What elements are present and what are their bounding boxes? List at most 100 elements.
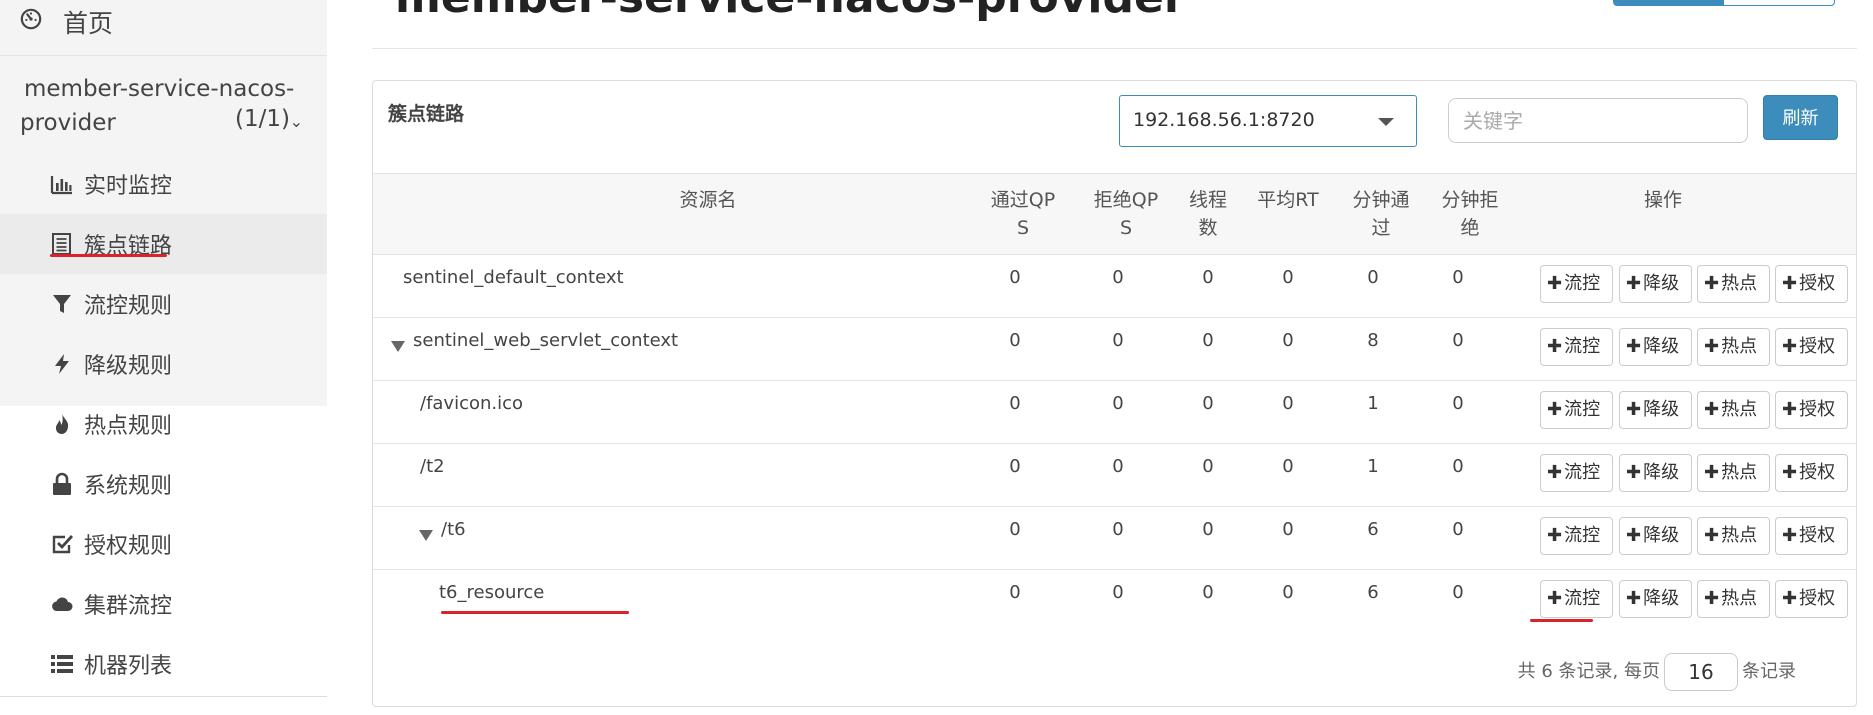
cell-block-qps: 0 — [1112, 519, 1124, 540]
cell-minute-pass: 1 — [1367, 456, 1379, 477]
th-pass-qps: 通过QP S — [990, 189, 1056, 239]
table-row: /t2 0 0 0 0 1 0 ✚ 流控 ✚ 降级 ✚ 热点 ✚ 授权 — [373, 443, 1856, 507]
table-row: /t6 0 0 0 0 6 0 ✚ 流控 ✚ 降级 ✚ 热点 ✚ 授权 — [373, 506, 1856, 570]
sidebar-item-cluster-link[interactable]: 簇点链路 — [0, 214, 327, 274]
cell-avg-rt: 0 — [1282, 519, 1294, 540]
plus-icon: ✚ — [1547, 273, 1563, 294]
resource-name: /t2 — [420, 456, 445, 477]
hotspot-button[interactable]: ✚ 热点 — [1697, 580, 1770, 618]
op-label: 降级 — [1643, 399, 1680, 420]
page-size-input[interactable]: 16 — [1664, 653, 1738, 691]
cell-minute-pass: 1 — [1367, 393, 1379, 414]
record-suffix-text: 条记录 — [1742, 661, 1796, 682]
sidebar-item-cluster-flow[interactable]: 集群流控 — [0, 574, 327, 634]
op-label: 流控 — [1564, 462, 1601, 483]
degrade-button[interactable]: ✚ 降级 — [1619, 391, 1692, 429]
sidebar-item-hotspot-rules[interactable]: 热点规则 — [0, 394, 327, 454]
hotspot-button[interactable]: ✚ 热点 — [1697, 328, 1770, 366]
lock-icon — [53, 472, 71, 495]
flow-control-button[interactable]: ✚ 流控 — [1540, 517, 1613, 555]
op-label: 热点 — [1721, 588, 1758, 609]
authorize-button[interactable]: ✚ 授权 — [1775, 265, 1848, 303]
sidebar-item-auth-rules[interactable]: 授权规则 — [0, 514, 327, 574]
cell-pass-qps: 0 — [1009, 456, 1021, 477]
caret-down-icon — [1378, 118, 1394, 126]
sidebar-item-degrade-rules[interactable]: 降级规则 — [0, 334, 327, 394]
header-button-group[interactable] — [1613, 0, 1835, 6]
authorize-button[interactable]: ✚ 授权 — [1775, 391, 1848, 429]
annotation-underline — [50, 254, 167, 257]
cell-threads: 0 — [1202, 519, 1214, 540]
degrade-button[interactable]: ✚ 降级 — [1619, 328, 1692, 366]
cell-avg-rt: 0 — [1282, 393, 1294, 414]
plus-icon: ✚ — [1626, 336, 1642, 357]
sidebar-item-realtime-monitor[interactable]: 实时监控 — [0, 154, 327, 214]
flow-control-button[interactable]: ✚ 流控 — [1540, 265, 1613, 303]
plus-icon: ✚ — [1782, 588, 1798, 609]
cell-minute-pass: 8 — [1367, 330, 1379, 351]
cell-threads: 0 — [1202, 330, 1214, 351]
sidebar-item-flow-rules[interactable]: 流控规则 — [0, 274, 327, 334]
sidebar-item-system-rules[interactable]: 系统规则 — [0, 454, 327, 514]
machine-select[interactable]: 192.168.56.1:8720 — [1119, 95, 1417, 147]
refresh-button[interactable]: 刷新 — [1763, 95, 1838, 140]
cluster-link-panel: 簇点链路 192.168.56.1:8720 刷新 资源名 通过QPS 拒绝QP… — [372, 80, 1857, 707]
plus-icon: ✚ — [1782, 273, 1798, 294]
cell-minute-block: 0 — [1452, 582, 1464, 603]
cell-pass-qps: 0 — [1009, 393, 1021, 414]
degrade-button[interactable]: ✚ 降级 — [1619, 517, 1692, 555]
cell-minute-block: 0 — [1452, 456, 1464, 477]
op-label: 流控 — [1564, 588, 1601, 609]
authorize-button[interactable]: ✚ 授权 — [1775, 580, 1848, 618]
flash-icon — [55, 354, 69, 374]
annotation-underline — [441, 611, 629, 614]
cell-threads: 0 — [1202, 582, 1214, 603]
cell-pass-qps: 0 — [1009, 267, 1021, 288]
op-label: 降级 — [1643, 336, 1680, 357]
degrade-button[interactable]: ✚ 降级 — [1619, 265, 1692, 303]
cell-avg-rt: 0 — [1282, 267, 1294, 288]
sidebar-item-label: 流控规则 — [84, 294, 173, 319]
flow-control-button[interactable]: ✚ 流控 — [1540, 328, 1613, 366]
hotspot-button[interactable]: ✚ 热点 — [1697, 454, 1770, 492]
hotspot-button[interactable]: ✚ 热点 — [1697, 391, 1770, 429]
chevron-down-icon[interactable]: ⌄ — [290, 112, 303, 131]
keyword-search-input[interactable] — [1448, 98, 1748, 143]
flow-control-button[interactable]: ✚ 流控 — [1540, 391, 1613, 429]
plus-icon: ✚ — [1626, 273, 1642, 294]
plus-icon: ✚ — [1782, 462, 1798, 483]
hotspot-button[interactable]: ✚ 热点 — [1697, 517, 1770, 555]
annotation-underline — [1530, 619, 1593, 622]
op-label: 热点 — [1721, 399, 1758, 420]
check-square-icon — [52, 535, 74, 554]
collapse-triangle-icon[interactable] — [391, 341, 405, 352]
authorize-button[interactable]: ✚ 授权 — [1775, 328, 1848, 366]
cell-minute-block: 0 — [1452, 519, 1464, 540]
degrade-button[interactable]: ✚ 降级 — [1619, 580, 1692, 618]
degrade-button[interactable]: ✚ 降级 — [1619, 454, 1692, 492]
plus-icon: ✚ — [1626, 525, 1642, 546]
table-header: 资源名 通过QP S 拒绝QP S 线程数 平均RT 分钟通过 分钟拒绝 操作 — [373, 173, 1856, 255]
resource-name: sentinel_web_servlet_context — [413, 330, 679, 351]
plus-icon: ✚ — [1704, 525, 1720, 546]
hotspot-button[interactable]: ✚ 热点 — [1697, 265, 1770, 303]
op-label: 授权 — [1799, 399, 1836, 420]
plus-icon: ✚ — [1626, 588, 1642, 609]
sidebar-home[interactable]: 首页 — [0, 0, 327, 56]
op-label: 降级 — [1643, 273, 1680, 294]
header-divider — [372, 48, 1857, 49]
flow-control-button[interactable]: ✚ 流控 — [1540, 580, 1613, 618]
flow-control-button[interactable]: ✚ 流控 — [1540, 454, 1613, 492]
op-label: 授权 — [1799, 462, 1836, 483]
plus-icon: ✚ — [1782, 399, 1798, 420]
resource-name: /favicon.ico — [420, 393, 524, 414]
th-block-qps: 拒绝QP S — [1093, 189, 1159, 239]
op-label: 降级 — [1643, 462, 1680, 483]
cell-minute-block: 0 — [1452, 393, 1464, 414]
page-title: member-service-nacos-provider — [395, 0, 1186, 23]
sidebar-item-machine-list[interactable]: 机器列表 — [0, 634, 327, 694]
authorize-button[interactable]: ✚ 授权 — [1775, 517, 1848, 555]
authorize-button[interactable]: ✚ 授权 — [1775, 454, 1848, 492]
collapse-triangle-icon[interactable] — [419, 530, 433, 541]
sidebar-divider — [0, 696, 327, 697]
